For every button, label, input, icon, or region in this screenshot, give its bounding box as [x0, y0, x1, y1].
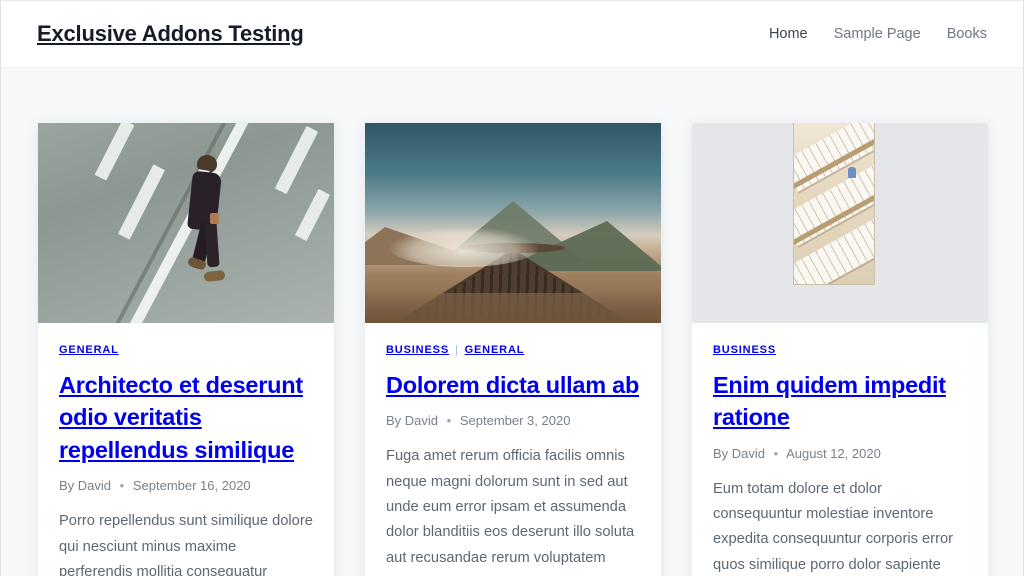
post-thumbnail-street[interactable] [38, 123, 334, 323]
category-link[interactable]: GENERAL [59, 344, 119, 356]
person-silhouette [848, 167, 856, 178]
category-link[interactable]: BUSINESS [386, 344, 449, 356]
post-categories: BUSINESS | GENERAL [386, 345, 640, 356]
post-body: BUSINESS Enim quidem impedit ratione By … [692, 323, 988, 576]
main-navigation: Home Sample Page Books [769, 27, 987, 42]
post-body: BUSINESS | GENERAL Dolorem dicta ullam a… [365, 323, 661, 576]
post-title: Dolorem dicta ullam ab [386, 369, 640, 401]
category-separator: | [454, 344, 459, 356]
nav-link-home[interactable]: Home [769, 27, 808, 42]
meta-separator: • [773, 445, 779, 461]
post-card[interactable]: BUSINESS | GENERAL Dolorem dicta ullam a… [365, 123, 661, 576]
post-categories: BUSINESS [713, 345, 967, 356]
post-body: GENERAL Architecto et deserunt odio veri… [38, 323, 334, 576]
road-marking [94, 123, 135, 181]
post-title-link[interactable]: Dolorem dicta ullam ab [386, 372, 639, 398]
road-marking [294, 188, 331, 242]
meta-separator: • [119, 478, 125, 494]
post-author: By David [386, 413, 439, 429]
post-title-link[interactable]: Architecto et deserunt odio veritatis re… [59, 372, 303, 463]
site-header: Exclusive Addons Testing Home Sample Pag… [1, 1, 1023, 68]
post-meta: By David • September 16, 2020 [59, 479, 313, 492]
post-title: Architecto et deserunt odio veritatis re… [59, 369, 313, 466]
post-thumbnail-stairs[interactable] [692, 123, 988, 323]
nav-link-books[interactable]: Books [947, 27, 987, 42]
road-marking [274, 125, 319, 195]
post-card[interactable]: GENERAL Architecto et deserunt odio veri… [38, 123, 334, 576]
category-link[interactable]: GENERAL [465, 344, 525, 356]
post-date: September 3, 2020 [459, 413, 571, 429]
road-marking [118, 164, 165, 240]
post-date: September 16, 2020 [132, 478, 251, 494]
post-author: By David [59, 478, 112, 494]
posts-grid: GENERAL Architecto et deserunt odio veri… [1, 68, 1023, 576]
post-thumbnail-volcano[interactable] [365, 123, 661, 323]
category-link[interactable]: BUSINESS [713, 344, 776, 356]
post-excerpt: Porro repellendus sunt similique dolore … [59, 513, 313, 576]
mist-cloud [389, 227, 539, 267]
sand-plain [365, 293, 661, 323]
post-title: Enim quidem impedit ratione [713, 369, 967, 434]
meta-separator: • [446, 413, 452, 429]
wall-opening [793, 123, 875, 285]
post-meta: By David • August 12, 2020 [713, 447, 967, 460]
walking-person [184, 155, 230, 285]
post-categories: GENERAL [59, 345, 313, 356]
page-root: Exclusive Addons Testing Home Sample Pag… [0, 0, 1024, 576]
post-excerpt: Eum totam dolore et dolor consequuntur m… [713, 480, 954, 573]
site-title[interactable]: Exclusive Addons Testing [37, 23, 304, 45]
post-excerpt: Fuga amet rerum officia facilis omnis ne… [386, 448, 635, 576]
post-date: August 12, 2020 [786, 445, 881, 461]
post-meta: By David • September 3, 2020 [386, 414, 640, 427]
post-title-link[interactable]: Enim quidem impedit ratione [713, 372, 946, 430]
post-author: By David [713, 445, 766, 461]
post-card[interactable]: BUSINESS Enim quidem impedit ratione By … [692, 123, 988, 576]
nav-link-sample-page[interactable]: Sample Page [834, 27, 921, 42]
